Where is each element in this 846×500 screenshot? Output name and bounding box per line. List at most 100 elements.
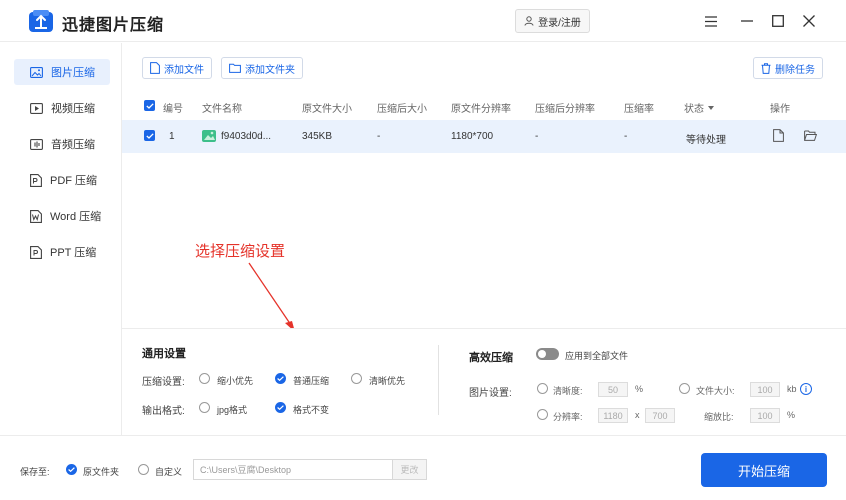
- save-to-label: 保存至:: [20, 467, 50, 477]
- radio-keep-format[interactable]: [275, 402, 286, 413]
- col-index-header: 编号: [163, 104, 183, 115]
- radio-custom[interactable]: [138, 464, 149, 475]
- sidebar-item-audio[interactable]: 音频压缩: [14, 131, 110, 157]
- image-icon: [30, 66, 43, 78]
- scale-unit: %: [787, 410, 796, 420]
- trash-icon: [761, 62, 771, 74]
- resolution-separator: x: [635, 410, 640, 420]
- radio-file-size[interactable]: [679, 383, 690, 394]
- add-folder-label: 添加文件夹: [245, 64, 295, 76]
- maximize-icon: [772, 15, 784, 27]
- file-size-unit: kb: [787, 384, 797, 394]
- check-icon: [277, 405, 284, 410]
- clarity-unit: %: [635, 384, 644, 394]
- output-format-label: 输出格式:: [142, 406, 185, 417]
- sidebar-item-label: PDF 压缩: [50, 175, 98, 187]
- annotation-text: 选择压缩设置: [195, 243, 286, 260]
- check-icon: [145, 102, 154, 109]
- delete-task-button[interactable]: 删除任务: [753, 57, 823, 79]
- sidebar-item-label: 图片压缩: [51, 67, 95, 79]
- row-checkbox[interactable]: [144, 130, 155, 141]
- sidebar-item-label: 音频压缩: [51, 139, 95, 151]
- title-bar: 迅捷图片压缩 登录/注册: [0, 0, 846, 42]
- image-settings-label: 图片设置:: [469, 388, 512, 399]
- sidebar-item-ppt[interactable]: PPT 压缩: [14, 239, 110, 265]
- menu-icon: [705, 15, 717, 27]
- image-thumbnail-icon: [202, 130, 216, 142]
- check-icon: [277, 376, 284, 381]
- radio-clarity-priority[interactable]: [351, 373, 362, 384]
- compress-settings-label: 压缩设置:: [142, 377, 185, 388]
- caret-down-icon: [708, 105, 714, 110]
- pdf-icon: [30, 173, 42, 187]
- efficient-compress-toggle[interactable]: [536, 348, 559, 360]
- minimize-button[interactable]: [738, 12, 756, 30]
- check-icon: [145, 132, 154, 139]
- col-orig-res-header: 原文件分辨率: [451, 104, 511, 115]
- radio-normal-compress[interactable]: [275, 373, 286, 384]
- output-path-input[interactable]: [193, 459, 393, 480]
- col-name-header: 文件名称: [202, 104, 242, 115]
- scale-input[interactable]: 100: [750, 408, 780, 423]
- open-folder-icon[interactable]: [804, 130, 817, 141]
- row-comp-res: -: [535, 131, 539, 142]
- option-keep-format: 格式不变: [293, 405, 330, 415]
- user-icon: [524, 16, 534, 26]
- maximize-button[interactable]: [769, 12, 787, 30]
- file-icon: [150, 62, 160, 74]
- sidebar: 图片压缩 视频压缩 音频压缩 PDF 压缩 Word 压缩 PPT 压缩: [0, 43, 122, 435]
- clarity-label: 清晰度:: [553, 386, 583, 396]
- custom-label: 自定义: [155, 467, 183, 477]
- app-logo-icon: [29, 10, 53, 32]
- ppt-icon: [30, 245, 42, 259]
- resolution-width-input[interactable]: 1180: [598, 408, 628, 423]
- change-path-button[interactable]: 更改: [392, 459, 427, 480]
- sidebar-item-word[interactable]: Word 压缩: [14, 203, 110, 229]
- radio-jpg-format[interactable]: [199, 402, 210, 413]
- delete-task-label: 删除任务: [775, 64, 815, 76]
- option-normal-compress: 普通压缩: [293, 376, 330, 386]
- resolution-height-input[interactable]: 700: [645, 408, 675, 423]
- option-clarity-priority: 清晰优先: [369, 376, 406, 386]
- row-status: 等待处理: [686, 135, 726, 146]
- video-icon: [30, 102, 43, 114]
- audio-icon: [30, 138, 43, 150]
- col-status-header[interactable]: 状态: [684, 100, 714, 115]
- row-orig-res: 1180*700: [451, 131, 494, 142]
- option-shrink-priority: 缩小优先: [217, 376, 254, 386]
- close-button[interactable]: [800, 12, 818, 30]
- close-icon: [803, 15, 815, 27]
- radio-shrink-priority[interactable]: [199, 373, 210, 384]
- radio-original-folder[interactable]: [66, 464, 77, 475]
- file-preview-icon[interactable]: [773, 129, 784, 142]
- select-all-checkbox[interactable]: [144, 100, 155, 111]
- add-folder-button[interactable]: 添加文件夹: [221, 57, 303, 79]
- file-size-label: 文件大小:: [696, 386, 735, 396]
- login-button[interactable]: 登录/注册: [515, 9, 590, 33]
- col-comp-size-header: 压缩后大小: [377, 104, 427, 115]
- row-file-name: f9403d0d...: [221, 131, 272, 142]
- radio-clarity[interactable]: [537, 383, 548, 394]
- option-jpg-format: jpg格式: [217, 405, 248, 415]
- row-index: 1: [169, 131, 175, 142]
- col-ratio-header: 压缩率: [624, 104, 654, 115]
- sidebar-item-label: Word 压缩: [50, 211, 102, 223]
- general-settings-title: 通用设置: [142, 348, 186, 360]
- start-compress-button[interactable]: 开始压缩: [701, 453, 827, 487]
- file-size-input[interactable]: 100: [750, 382, 780, 397]
- folder-icon: [229, 63, 241, 73]
- add-file-button[interactable]: 添加文件: [142, 57, 212, 79]
- info-icon[interactable]: i: [800, 383, 812, 395]
- sidebar-item-video[interactable]: 视频压缩: [14, 95, 110, 121]
- radio-resolution[interactable]: [537, 409, 548, 420]
- sidebar-item-pdf[interactable]: PDF 压缩: [14, 167, 110, 193]
- login-label: 登录/注册: [538, 17, 581, 29]
- app-title: 迅捷图片压缩: [62, 17, 165, 34]
- clarity-input[interactable]: 50: [598, 382, 628, 397]
- sidebar-item-label: 视频压缩: [51, 103, 95, 115]
- word-icon: [30, 209, 42, 223]
- col-status-label: 状态: [684, 104, 704, 115]
- menu-button[interactable]: [702, 12, 720, 30]
- sidebar-item-image[interactable]: 图片压缩: [14, 59, 110, 85]
- col-actions-header: 操作: [770, 104, 790, 115]
